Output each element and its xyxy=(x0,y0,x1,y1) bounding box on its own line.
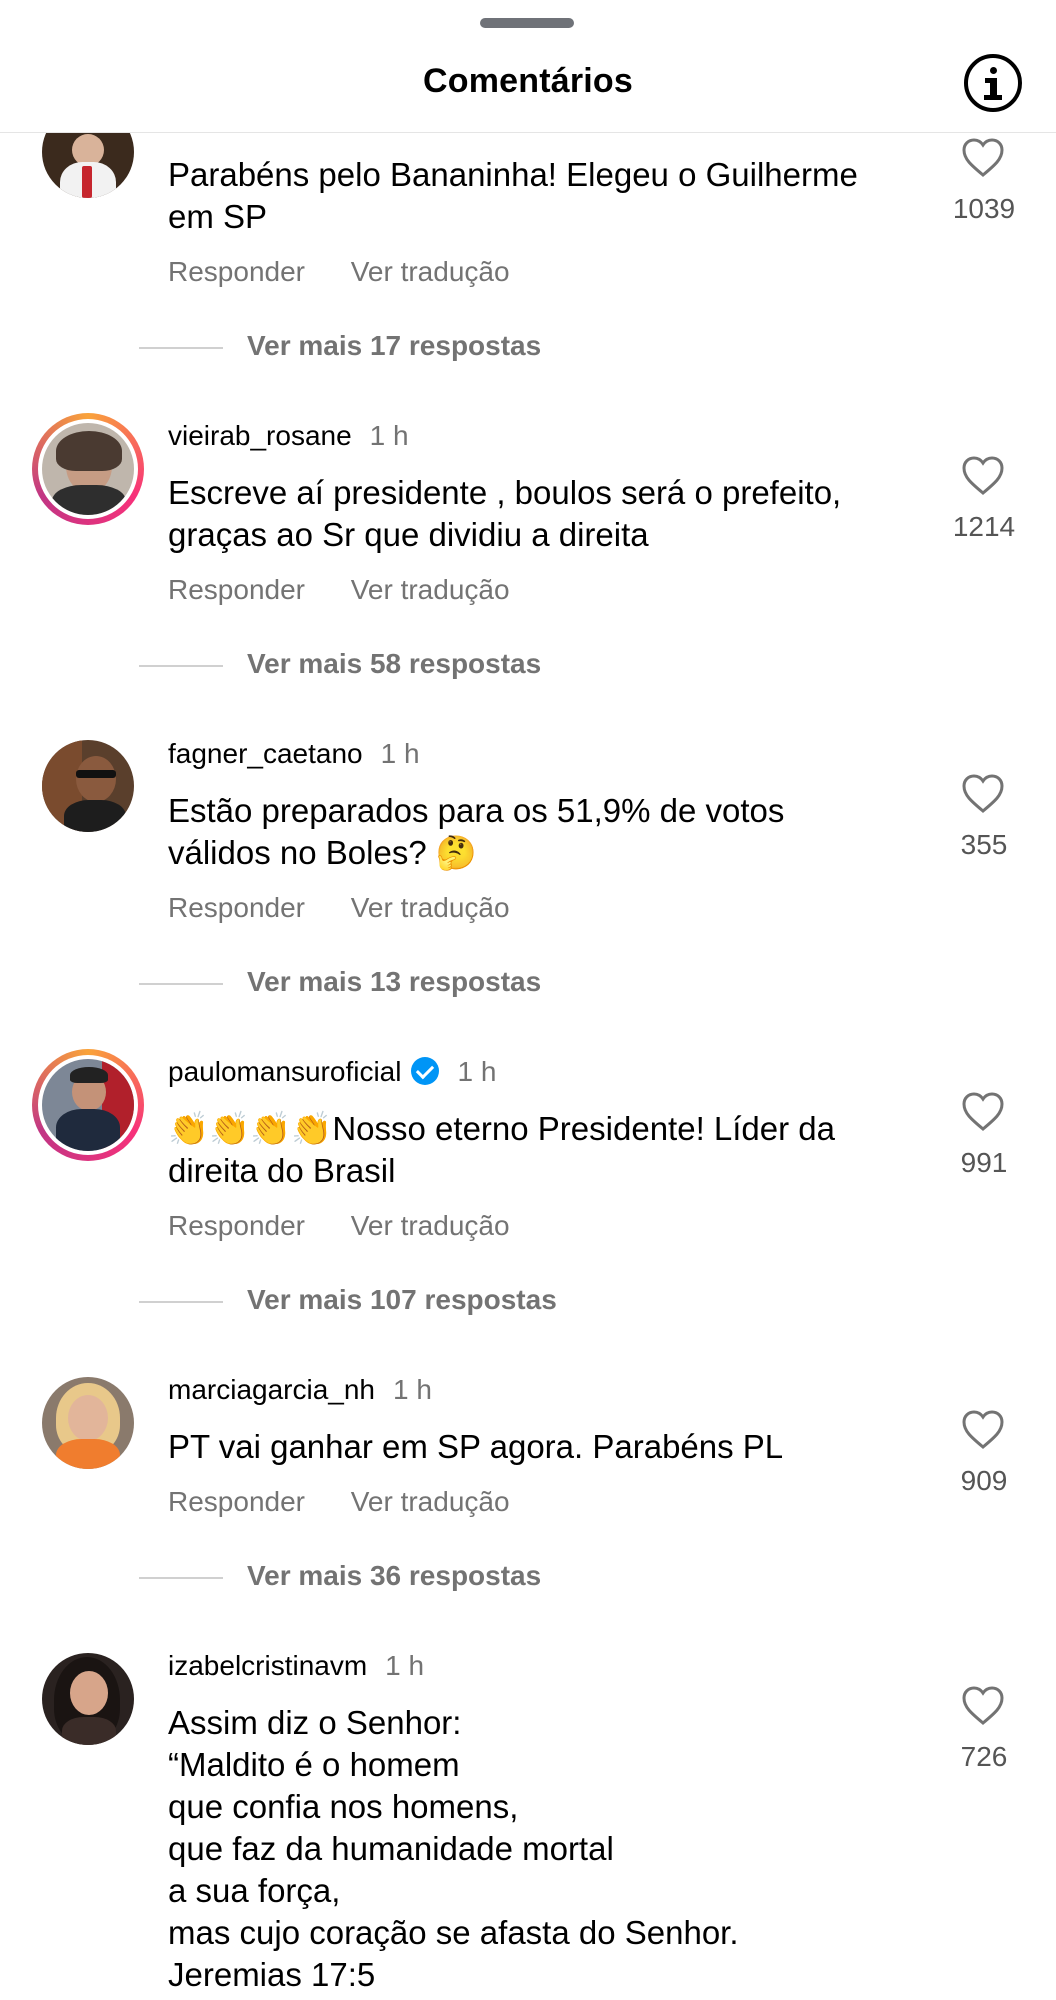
see-translation-button[interactable]: Ver tradução xyxy=(351,574,510,605)
comment-time: 1 h xyxy=(457,1056,497,1087)
comment-text: PT vai ganhar em SP agora. Parabéns PL xyxy=(168,1428,784,1465)
comment-text: 👏👏👏👏Nosso eterno Presidente! Líder da di… xyxy=(168,1110,835,1189)
comment-header: paulomansuroficial 1 h xyxy=(168,1056,496,1088)
view-more-replies-button[interactable]: Ver mais 58 respostas xyxy=(139,648,541,680)
comment-time: 1 h xyxy=(369,420,409,451)
like-heart-icon[interactable] xyxy=(961,456,1005,496)
reply-button[interactable]: Responder xyxy=(168,574,305,605)
username[interactable]: vieirab_rosane xyxy=(168,420,352,451)
see-translation-button[interactable]: Ver tradução xyxy=(351,892,510,923)
comments-header: Comentários xyxy=(0,0,1056,133)
like-count: 1039 xyxy=(952,193,1016,224)
see-translation-button[interactable]: Ver tradução xyxy=(351,1210,510,1241)
view-more-replies-button[interactable]: Ver mais 13 respostas xyxy=(139,966,541,998)
reply-button[interactable]: Responder xyxy=(168,1210,305,1241)
like-heart-icon[interactable] xyxy=(961,1686,1005,1726)
reply-button[interactable]: Responder xyxy=(168,256,305,287)
like-count: 909 xyxy=(960,1465,1008,1496)
like-heart-icon[interactable] xyxy=(961,1410,1005,1450)
comment-text: Assim diz o Senhor: “Maldito é o homem q… xyxy=(168,1704,739,1993)
username[interactable]: izabelcristinavm xyxy=(168,1650,367,1681)
drag-handle[interactable] xyxy=(480,18,574,28)
view-more-replies-button[interactable]: Ver mais 107 respostas xyxy=(139,1284,557,1316)
info-icon[interactable] xyxy=(964,54,1022,112)
avatar[interactable] xyxy=(42,1653,134,1745)
like-count: 1214 xyxy=(952,511,1016,542)
like-count: 726 xyxy=(960,1741,1008,1772)
avatar[interactable] xyxy=(32,1049,144,1161)
username[interactable]: paulomansuroficial xyxy=(168,1056,401,1087)
view-more-replies-button[interactable]: Ver mais 36 respostas xyxy=(139,1560,541,1592)
avatar[interactable] xyxy=(32,413,144,525)
reply-button[interactable]: Responder xyxy=(168,1486,305,1517)
comment-actions: Responder Ver tradução xyxy=(168,892,548,924)
like-heart-icon[interactable] xyxy=(961,1092,1005,1132)
username[interactable]: marciagarcia_nh xyxy=(168,1374,375,1405)
comment-actions: Responder Ver tradução xyxy=(168,1210,548,1242)
reply-button[interactable]: Responder xyxy=(168,892,305,923)
verified-badge-icon xyxy=(411,1057,440,1085)
see-translation-button[interactable]: Ver tradução xyxy=(351,256,510,287)
comment-text: Estão preparados para os 51,9% de votos … xyxy=(168,792,785,871)
username[interactable]: fagner_caetano xyxy=(168,738,363,769)
like-heart-icon[interactable] xyxy=(961,138,1005,178)
comment-time: 1 h xyxy=(385,1650,425,1681)
page-title: Comentários xyxy=(422,62,634,100)
comment-text: Escreve aí presidente , boulos será o pr… xyxy=(168,474,842,553)
comment-actions: Responder Ver tradução xyxy=(168,1486,548,1518)
comment-time: 1 h xyxy=(380,738,420,769)
comment-header: fagner_caetano 1 h xyxy=(168,738,420,770)
avatar[interactable] xyxy=(42,740,134,832)
comment-header: izabelcristinavm 1 h xyxy=(168,1650,424,1682)
comment-text: Parabéns pelo Bananinha! Elegeu o Guilhe… xyxy=(168,156,858,235)
comment-actions: Responder Ver tradução xyxy=(168,256,548,288)
like-count: 991 xyxy=(960,1147,1008,1178)
comment-header: vieirab_rosane 1 h xyxy=(168,420,409,452)
avatar[interactable] xyxy=(42,1377,134,1469)
view-more-replies-button[interactable]: Ver mais 17 respostas xyxy=(139,330,541,362)
comment-time: 1 h xyxy=(393,1374,432,1405)
comment-header: marciagarcia_nh 1 h xyxy=(168,1374,432,1406)
comment-actions: Responder Ver tradução xyxy=(168,574,548,606)
like-heart-icon[interactable] xyxy=(961,774,1005,814)
like-count: 355 xyxy=(960,829,1008,860)
see-translation-button[interactable]: Ver tradução xyxy=(351,1486,510,1517)
